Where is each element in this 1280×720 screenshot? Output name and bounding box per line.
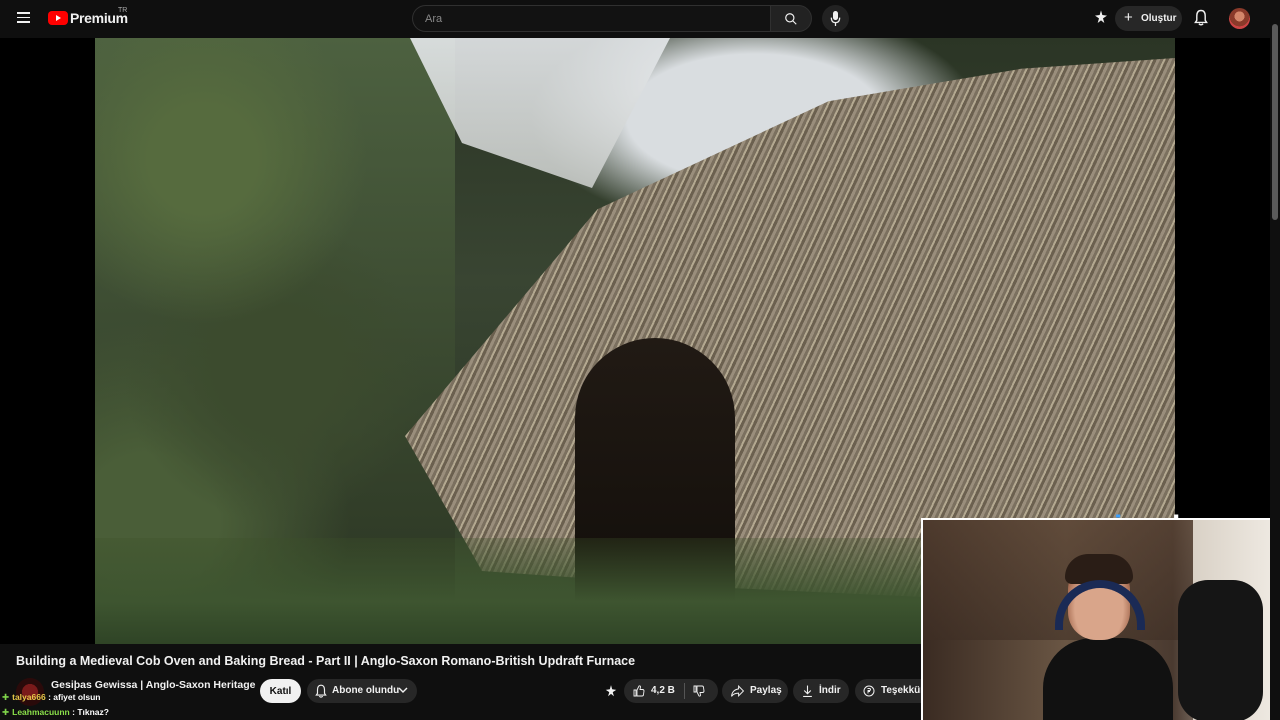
like-count: 4,2 B	[651, 685, 675, 696]
youtube-logo[interactable]: Premium TR	[48, 7, 128, 26]
download-button[interactable]: İndir	[793, 679, 849, 703]
chat-message: ✚ Leahmacuunn : Tıknaz?	[2, 707, 109, 718]
page-scrollbar[interactable]	[1270, 0, 1280, 720]
chat-text: : afiyet olsun	[48, 692, 101, 702]
thanks-icon	[863, 685, 875, 697]
streamer-webcam	[921, 518, 1280, 720]
plus-icon: +	[1124, 9, 1133, 26]
chat-message: ✚ talya666 : afiyet olsun	[2, 692, 101, 703]
thumb-down-icon	[693, 685, 705, 697]
join-button[interactable]: Katıl	[260, 679, 301, 703]
create-button[interactable]: + Oluştur	[1115, 6, 1182, 31]
chat-user: Leahmacuunn	[12, 707, 70, 717]
chat-badge-icon: ✚	[2, 692, 10, 702]
sparkle-icon	[1095, 10, 1107, 23]
youtube-logo-icon	[48, 11, 68, 25]
share-icon	[731, 685, 744, 697]
search-button[interactable]	[770, 5, 812, 32]
menu-button[interactable]	[12, 9, 36, 29]
bell-icon	[1194, 9, 1208, 26]
ask-button[interactable]	[1093, 9, 1109, 30]
like-dislike-group: 4,2 B	[624, 679, 718, 703]
logo-region: TR	[118, 7, 128, 14]
channel-name[interactable]: Gesiþas Gewissa | Anglo-Saxon Heritage	[51, 679, 255, 691]
webcam-chair	[1178, 580, 1263, 720]
download-icon	[803, 685, 812, 697]
chat-text: : Tıknaz?	[72, 707, 109, 717]
chat-badge-icon: ✚	[2, 707, 10, 717]
subscribed-label: Abone olundu	[332, 685, 400, 696]
chat-user: talya666	[12, 692, 46, 702]
menu-icon	[17, 12, 30, 14]
video-title: Building a Medieval Cob Oven and Baking …	[16, 654, 636, 668]
webcam-body	[1043, 638, 1173, 720]
webcam-person	[1043, 554, 1173, 720]
bell-icon	[315, 684, 327, 698]
thanks-button[interactable]: Teşekkürler	[855, 679, 925, 703]
thumb-up-icon	[633, 685, 645, 697]
search-icon	[785, 13, 797, 25]
share-button[interactable]: Paylaş	[722, 679, 788, 703]
ask-video-button[interactable]	[604, 684, 618, 703]
thanks-label: Teşekkürler	[881, 685, 925, 696]
create-label: Oluştur	[1141, 13, 1177, 24]
download-label: İndir	[819, 685, 841, 696]
sparkle-icon	[605, 685, 617, 697]
chevron-down-icon	[398, 687, 408, 693]
account-avatar[interactable]	[1229, 8, 1250, 29]
voice-search-button[interactable]	[822, 5, 849, 32]
dislike-button[interactable]	[685, 679, 718, 703]
mic-icon	[830, 11, 841, 26]
subscribed-button[interactable]: Abone olundu	[307, 679, 417, 703]
scrollbar-thumb[interactable]	[1272, 24, 1278, 220]
share-label: Paylaş	[750, 685, 782, 696]
notifications-button[interactable]	[1194, 9, 1208, 31]
top-bar: Premium TR + Oluştur	[0, 0, 1280, 38]
menu-icon-bar	[17, 21, 30, 23]
like-button[interactable]: 4,2 B	[624, 679, 684, 703]
search-input[interactable]	[412, 5, 770, 32]
menu-icon-bar	[17, 16, 30, 19]
